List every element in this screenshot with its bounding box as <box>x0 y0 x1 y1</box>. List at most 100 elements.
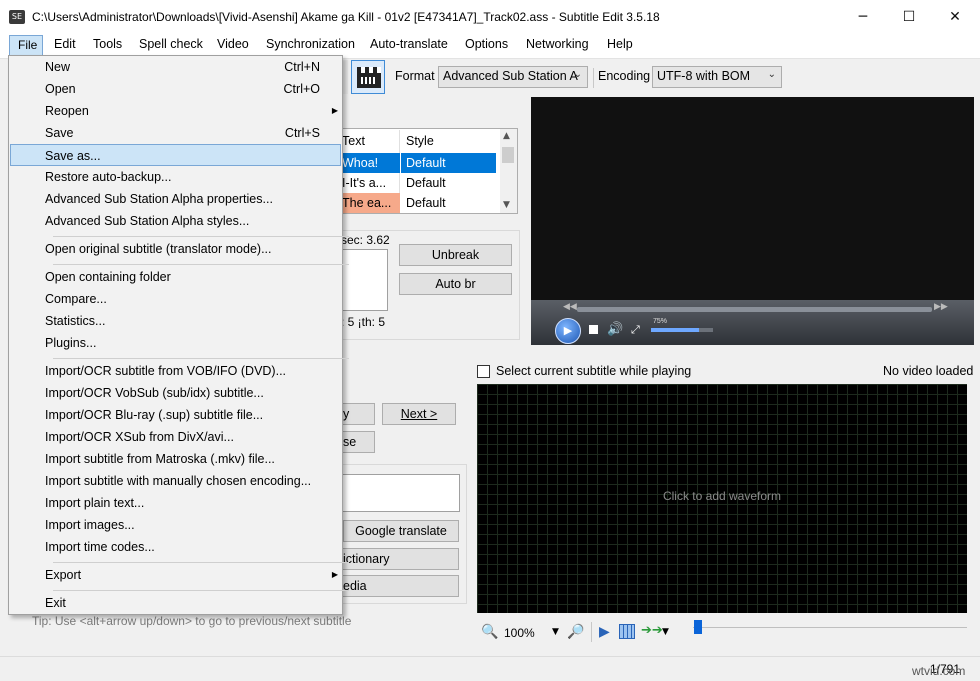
menu-help[interactable]: Help <box>607 37 633 51</box>
menu-item-reopen[interactable]: Reopen▶ <box>19 100 348 122</box>
grid-row-3-style[interactable]: Default <box>401 193 496 213</box>
menu-tools[interactable]: Tools <box>93 37 122 51</box>
rewind-icon[interactable]: ◀◀ <box>563 302 577 312</box>
menu-item-statistics[interactable]: Statistics... <box>19 310 348 332</box>
menu-item-restore-auto-backup[interactable]: Restore auto-backup... <box>19 166 348 188</box>
menu-item-save-as[interactable]: Save as... <box>10 144 341 166</box>
dictionary-button[interactable]: ictionary <box>340 548 459 570</box>
toolbar-divider <box>593 68 594 88</box>
minimize-button[interactable]: ─ <box>840 0 886 34</box>
grid-row-2-text[interactable]: I-It's a... <box>340 173 400 193</box>
auto-scroll-icon[interactable]: ➔➔ <box>641 623 663 638</box>
close-button[interactable]: ✕ <box>932 0 978 34</box>
menu-item-compare[interactable]: Compare... <box>19 288 348 310</box>
menu-item-ssa-properties[interactable]: Advanced Sub Station Alpha properties... <box>19 188 348 210</box>
scroll-down-icon[interactable]: ▼ <box>503 200 510 210</box>
next-button[interactable]: Next > <box>382 403 456 425</box>
google-translate-button[interactable]: Google translate <box>343 520 459 542</box>
menu-edit[interactable]: Edit <box>54 37 76 51</box>
select-current-checkbox[interactable] <box>477 365 490 378</box>
submenu-arrow-icon: ▶ <box>332 100 338 122</box>
spectrogram-icon[interactable] <box>619 624 635 639</box>
format-select[interactable]: Advanced Sub Station A ⌄ <box>438 66 588 88</box>
menu-file[interactable]: File <box>9 35 43 56</box>
app-icon[interactable]: SE <box>9 10 25 24</box>
watermark-text: wtvid.com <box>912 664 965 678</box>
volume-slider-fill <box>651 328 699 332</box>
menu-item-import-vob[interactable]: Import/OCR subtitle from VOB/IFO (DVD)..… <box>19 360 348 382</box>
fullscreen-icon[interactable]: ⤢ <box>631 323 640 337</box>
play-icon[interactable]: ▶ <box>555 318 581 344</box>
select-current-label[interactable]: Select current subtitle while playing <box>496 364 691 378</box>
menu-item-import-time-codes[interactable]: Import time codes... <box>19 536 348 558</box>
grid-row-3-text[interactable]: The ea... <box>340 193 400 213</box>
menu-item-exit[interactable]: Exit <box>19 592 348 614</box>
original-text-box[interactable] <box>340 474 460 512</box>
menu-item-import-bluray[interactable]: Import/OCR Blu-ray (.sup) subtitle file.… <box>19 404 348 426</box>
menu-spell-check[interactable]: Spell check <box>139 37 203 51</box>
stop-icon[interactable] <box>589 325 598 334</box>
grid-row-2-style[interactable]: Default <box>401 173 496 193</box>
menu-item-import-xsub[interactable]: Import/OCR XSub from DivX/avi... <box>19 426 348 448</box>
grid-row-1-style[interactable]: Default <box>401 153 496 173</box>
grid-row-1-text[interactable]: Whoa! <box>340 153 400 173</box>
next-button-label: Next > <box>401 407 437 421</box>
menu-item-label: Exit <box>45 592 66 614</box>
open-video-clapper-icon[interactable] <box>351 60 385 94</box>
play-selection-icon[interactable]: ▶ <box>599 624 610 640</box>
menu-item-open-original[interactable]: Open original subtitle (translator mode)… <box>19 238 348 260</box>
menu-item-label: Open <box>45 78 76 100</box>
zoom-out-icon[interactable]: 🔍 <box>481 624 498 640</box>
forward-icon[interactable]: ▶▶ <box>934 302 948 312</box>
seek-bar[interactable] <box>577 307 932 312</box>
menu-separator <box>53 358 349 359</box>
menu-item-import-plain-text[interactable]: Import plain text... <box>19 492 348 514</box>
menu-item-label: Import/OCR subtitle from VOB/IFO (DVD)..… <box>45 360 286 382</box>
column-header-style[interactable]: Style <box>406 130 496 152</box>
menu-item-open-containing-folder[interactable]: Open containing folder <box>19 266 348 288</box>
chevron-down-icon[interactable]: ▼ <box>552 627 559 637</box>
waveform-hint[interactable]: Click to add waveform <box>477 489 967 503</box>
menu-item-import-matroska[interactable]: Import subtitle from Matroska (.mkv) fil… <box>19 448 348 470</box>
menu-item-export[interactable]: Export▶ <box>19 564 348 586</box>
waveform-position-thumb[interactable] <box>694 620 702 634</box>
menu-item-save[interactable]: SaveCtrl+S <box>19 122 348 144</box>
volume-icon[interactable]: 🔊 <box>607 322 623 337</box>
menu-networking[interactable]: Networking <box>526 37 589 51</box>
zoom-in-icon[interactable]: 🔎 <box>567 624 584 640</box>
menu-item-label: Export <box>45 564 81 586</box>
unbreak-button[interactable]: Unbreak <box>399 244 512 266</box>
menu-item-label: Import plain text... <box>45 492 144 514</box>
menu-item-label: Compare... <box>45 288 107 310</box>
shortcut-label: Ctrl+O <box>284 78 320 100</box>
menu-options[interactable]: Options <box>465 37 508 51</box>
auto-br-button[interactable]: Auto br <box>399 273 512 295</box>
menu-item-label: Plugins... <box>45 332 96 354</box>
waveform-position-track[interactable] <box>693 627 967 628</box>
scroll-up-icon[interactable]: ▲ <box>503 131 510 141</box>
format-label: Format <box>395 69 435 83</box>
menu-item-import-images[interactable]: Import images... <box>19 514 348 536</box>
column-header-text[interactable]: Text <box>342 130 399 152</box>
menu-item-open[interactable]: Open Ctrl+O <box>19 78 348 100</box>
scroll-thumb[interactable] <box>502 147 514 163</box>
menu-item-import-vobsub[interactable]: Import/OCR VobSub (sub/idx) subtitle... <box>19 382 348 404</box>
menu-item-plugins[interactable]: Plugins... <box>19 332 348 354</box>
menu-item-import-encoding[interactable]: Import subtitle with manually chosen enc… <box>19 470 348 492</box>
menu-synchronization[interactable]: Synchronization <box>266 37 355 51</box>
menu-item-label: Save as... <box>45 145 101 167</box>
zoom-value[interactable]: 100% <box>504 626 535 640</box>
status-bar <box>0 656 980 681</box>
menu-item-new[interactable]: NewCtrl+N <box>19 56 348 78</box>
menu-item-label: Restore auto-backup... <box>45 166 171 188</box>
chevron-down-icon[interactable]: ▼ <box>662 627 669 637</box>
menu-auto-translate[interactable]: Auto-translate <box>370 37 448 51</box>
menu-item-label: Import/OCR VobSub (sub/idx) subtitle... <box>45 382 264 404</box>
menu-video[interactable]: Video <box>217 37 249 51</box>
menu-item-label: Open original subtitle (translator mode)… <box>45 238 272 260</box>
menu-item-label: Import subtitle with manually chosen enc… <box>45 470 311 492</box>
encoding-select[interactable]: UTF-8 with BOM ⌄ <box>652 66 782 88</box>
wikipedia-button[interactable]: edia <box>340 575 459 597</box>
menu-item-ssa-styles[interactable]: Advanced Sub Station Alpha styles... <box>19 210 348 232</box>
maximize-button[interactable]: ☐ <box>886 0 932 34</box>
